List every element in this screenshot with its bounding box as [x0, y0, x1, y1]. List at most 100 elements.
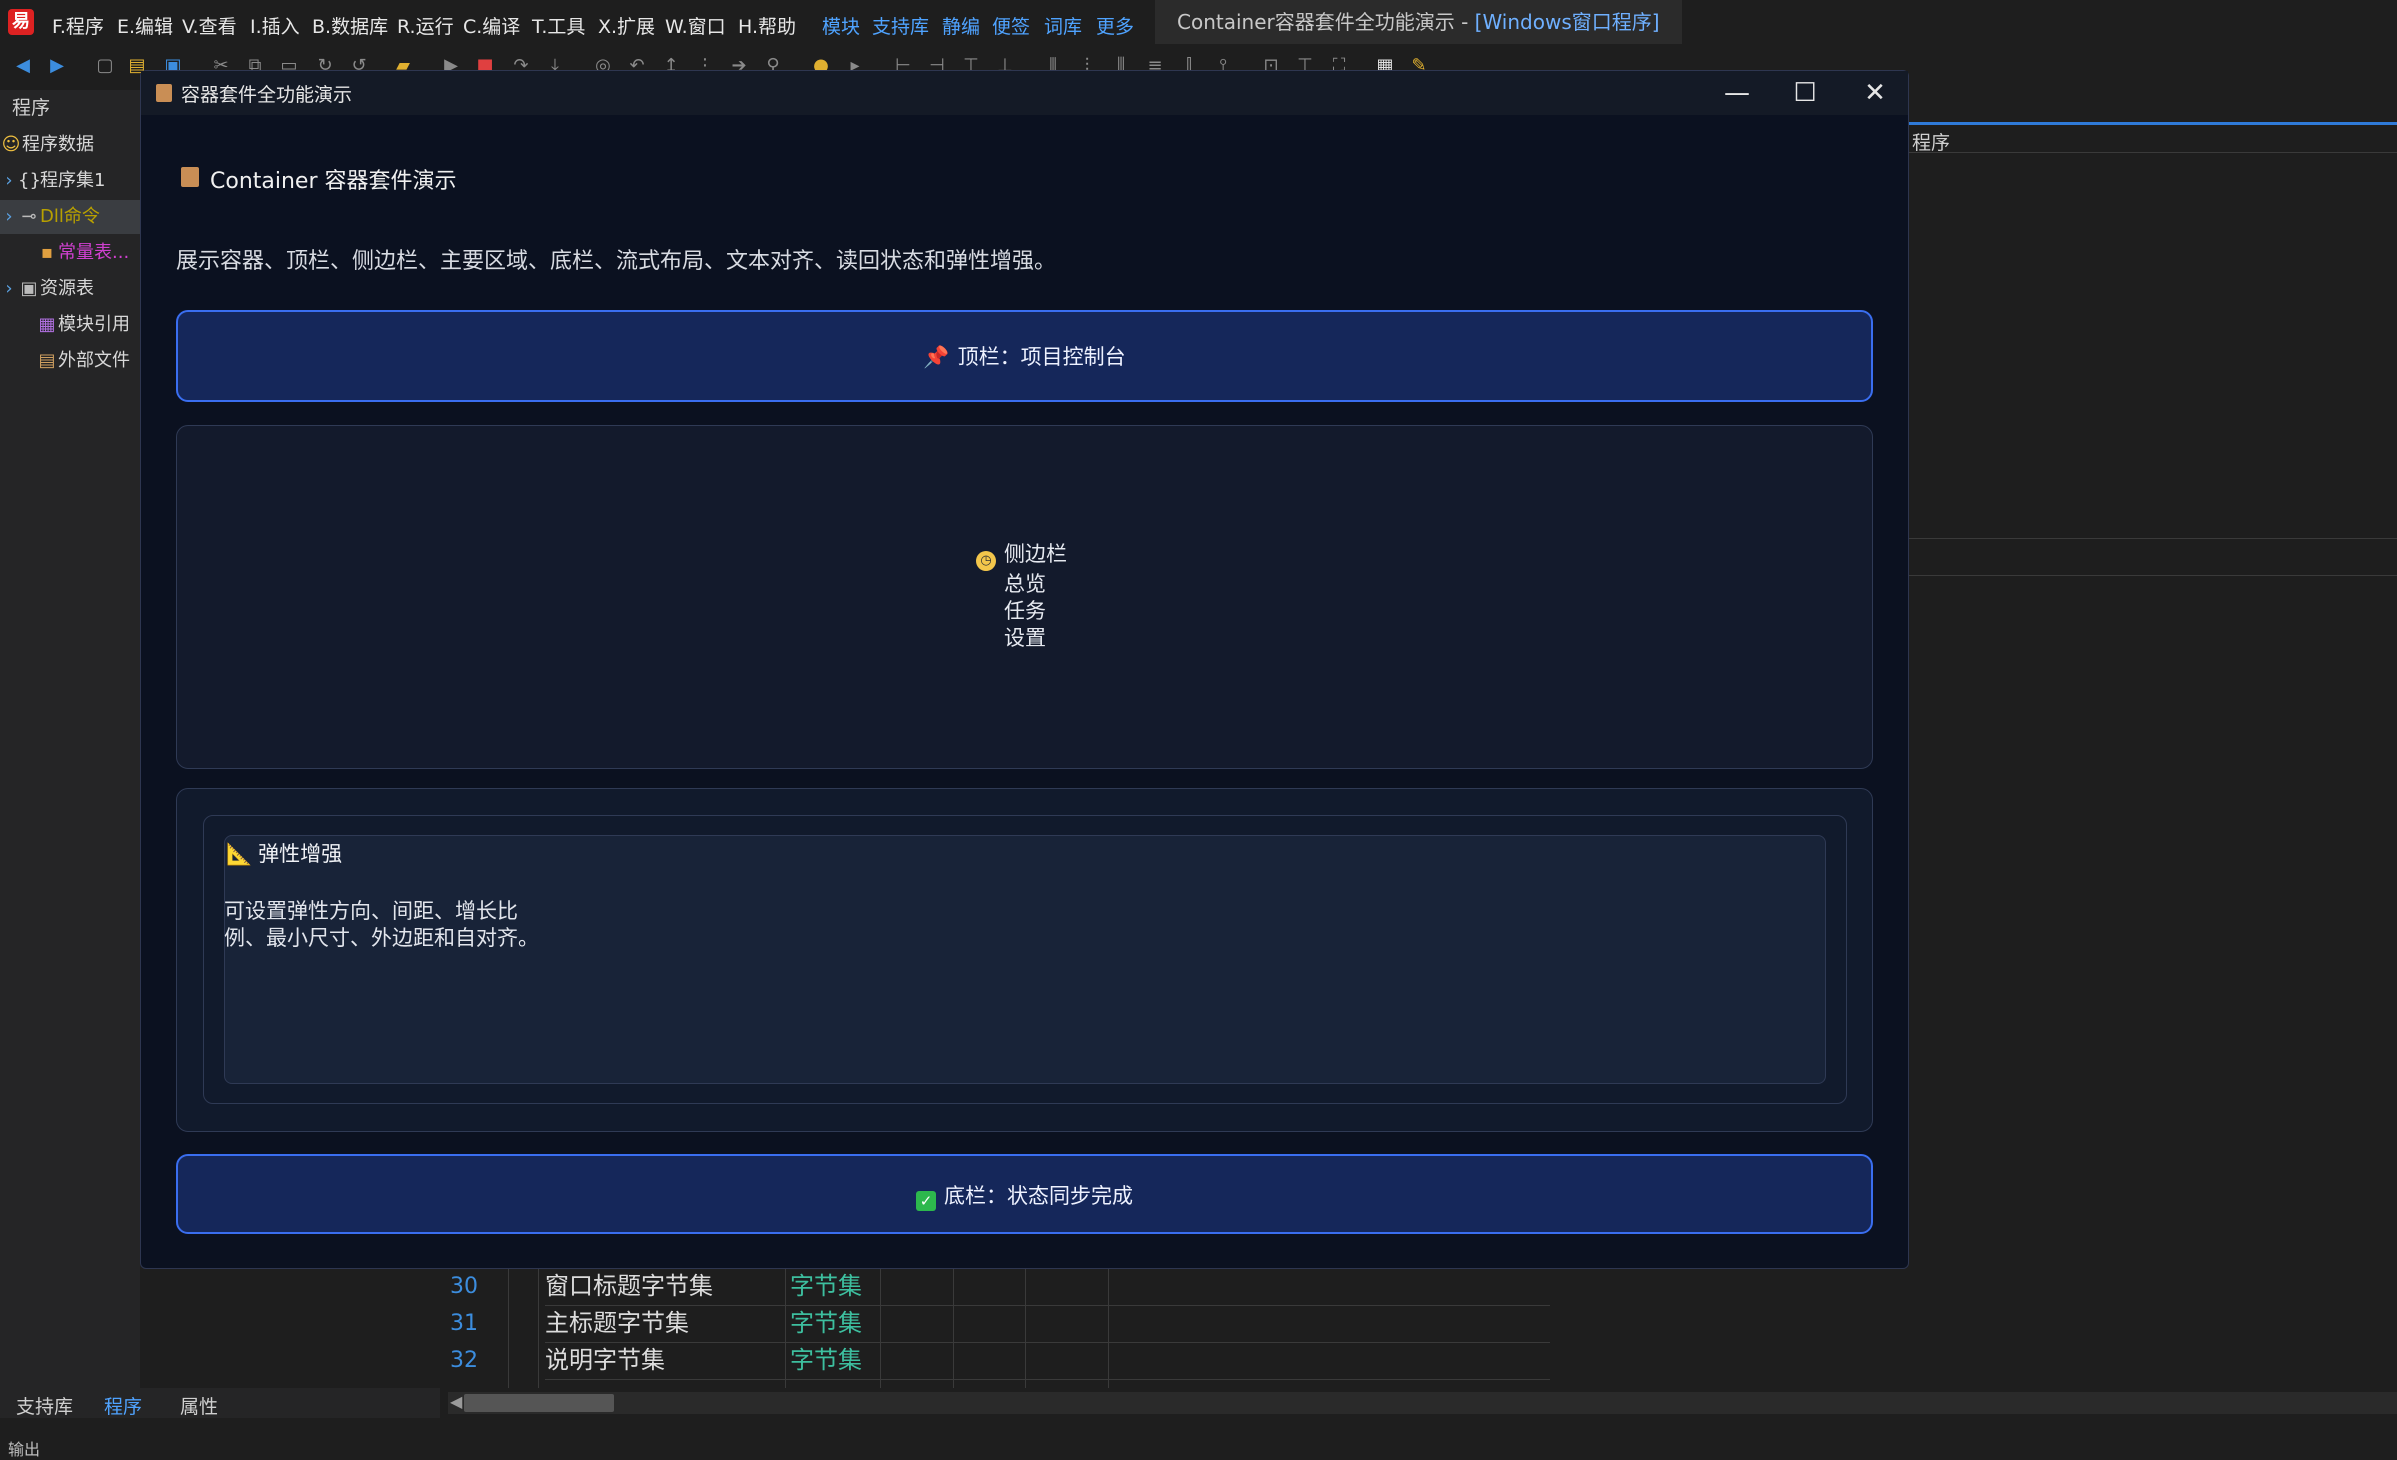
- ide-title-mode: [Windows窗口程序]: [1474, 10, 1660, 34]
- flex-desc-line: 可设置弹性方向、间距、增长比: [224, 899, 518, 923]
- row-type[interactable]: 字节集: [790, 1268, 890, 1305]
- module-icon: ▦: [38, 314, 56, 335]
- tree-item-external-files[interactable]: ▤ 外部文件: [0, 344, 140, 378]
- horizontal-scrollbar[interactable]: [448, 1392, 2397, 1414]
- table-grid-line: [1025, 1268, 1026, 1388]
- sidebar-item-settings[interactable]: 设置: [976, 625, 1067, 652]
- quick-link-support-lib[interactable]: 支持库: [872, 12, 929, 39]
- menu-tools[interactable]: T.工具: [532, 12, 585, 39]
- ide-title-text: Container容器套件全功能演示 -: [1177, 10, 1475, 34]
- tree-item-constants[interactable]: ▪ 常量表...: [0, 236, 140, 270]
- content-description: 展示容器、顶栏、侧边栏、主要区域、底栏、流式布局、文本对齐、读回状态和弹性增强。: [176, 249, 1057, 274]
- table-grid-line: [508, 1268, 509, 1388]
- chevron-right-icon[interactable]: ›: [0, 164, 18, 198]
- tree-item-label: 资源表: [40, 278, 94, 299]
- output-panel-label[interactable]: 输出: [8, 1436, 40, 1460]
- tree-item-program-data[interactable]: ☺程序数据: [0, 128, 140, 162]
- forward-icon[interactable]: ▶: [46, 56, 68, 76]
- tab-program[interactable]: 程序: [104, 1392, 142, 1419]
- content-header: Container 容器套件演示: [210, 169, 457, 194]
- tree-item-label: 程序数据: [22, 134, 94, 155]
- minimize-button[interactable]: —: [1707, 74, 1767, 112]
- menu-window[interactable]: W.窗口: [665, 12, 726, 39]
- table-grid-line: [1108, 1268, 1109, 1388]
- editor-divider: [1908, 152, 2397, 153]
- program-panel-header: 程序: [12, 97, 51, 119]
- tree-item-label: 常量表...: [58, 242, 130, 263]
- bottom-bar-text: 底栏：状态同步完成: [944, 1184, 1133, 1208]
- top-bar-text: 顶栏：项目控制台: [957, 345, 1126, 369]
- bottom-bar-label: ✓ 底栏：状态同步完成: [176, 1180, 1873, 1211]
- sidebar-item-overview[interactable]: 总览: [976, 571, 1067, 598]
- new-file-icon[interactable]: ▢: [94, 56, 116, 76]
- row-type[interactable]: 字节集: [790, 1305, 890, 1342]
- tab-properties[interactable]: 属性: [180, 1392, 218, 1419]
- tab-support-library[interactable]: 支持库: [16, 1392, 73, 1419]
- ruler-icon: 📐: [226, 842, 253, 866]
- row-number: 32: [450, 1348, 478, 1373]
- sidebar-item-tasks[interactable]: 任务: [976, 598, 1067, 625]
- row-type[interactable]: 字节集: [790, 1342, 890, 1379]
- dialog-titlebar[interactable]: [141, 71, 1908, 115]
- tree-item-label: 模块引用: [58, 314, 130, 335]
- menu-edit[interactable]: E.编辑: [117, 12, 173, 39]
- tree-item-assembly1[interactable]: › {}程序集1: [0, 164, 140, 198]
- editor-tab-label[interactable]: 程序: [1912, 128, 1950, 155]
- sidebar-title: 侧边栏: [1004, 542, 1067, 566]
- menu-run[interactable]: R.运行: [397, 12, 454, 39]
- quick-link-more[interactable]: 更多: [1096, 12, 1134, 39]
- flex-description: 可设置弹性方向、间距、增长比 例、最小尺寸、外边距和自对齐。: [224, 898, 554, 952]
- quick-link-module[interactable]: 模块: [822, 12, 860, 39]
- menu-database[interactable]: B.数据库: [312, 12, 388, 39]
- tree-item-module-refs[interactable]: ▦ 模块引用: [0, 308, 140, 342]
- tree-item-label: 程序集1: [40, 170, 106, 191]
- flex-title: 弹性增强: [258, 842, 343, 866]
- maximize-button[interactable]: ☐: [1775, 74, 1835, 112]
- row-name[interactable]: 窗口标题字节集: [545, 1268, 775, 1305]
- resource-icon: ▣: [20, 278, 38, 299]
- tree-item-dll-commands[interactable]: › ⊸ Dll命令: [0, 200, 140, 234]
- menu-insert[interactable]: I.插入: [250, 12, 300, 39]
- dialog-title: 容器套件全功能演示: [181, 84, 353, 106]
- sidebar-content: ◷ 侧边栏 总览 任务 设置: [976, 541, 1067, 652]
- scrollbar-thumb[interactable]: [464, 1394, 614, 1412]
- flex-card: [224, 835, 1826, 1084]
- app-window-icon: [156, 84, 172, 102]
- pin-icon: 📌: [923, 345, 950, 369]
- check-icon: ✓: [916, 1191, 936, 1211]
- menu-help[interactable]: H.帮助: [738, 12, 796, 39]
- table-grid-line: [953, 1268, 954, 1388]
- sidebar-title-row: ◷ 侧边栏: [976, 541, 1067, 571]
- table-row-divider: [545, 1342, 1550, 1343]
- scroll-left-icon[interactable]: ◀: [450, 1392, 462, 1411]
- quick-link-static[interactable]: 静编: [942, 12, 980, 39]
- table-row-divider: [545, 1379, 1550, 1380]
- row-name[interactable]: 主标题字节集: [545, 1305, 775, 1342]
- top-bar-label: 📌 顶栏：项目控制台: [176, 341, 1873, 371]
- editor-tab-accent: [1908, 122, 2397, 125]
- external-file-icon: ▤: [38, 350, 56, 371]
- dll-icon: ⊸: [21, 206, 37, 227]
- back-icon[interactable]: ◀: [12, 56, 34, 76]
- tree-item-label: Dll命令: [40, 206, 100, 227]
- quick-link-notes[interactable]: 便签: [992, 12, 1030, 39]
- table-grid-line: [538, 1268, 539, 1388]
- menu-extend[interactable]: X.扩展: [598, 12, 655, 39]
- chevron-right-icon[interactable]: ›: [0, 272, 18, 306]
- flex-title-row: 📐 弹性增强: [226, 838, 342, 868]
- menu-program[interactable]: F.程序: [52, 12, 104, 39]
- menu-compile[interactable]: C.编译: [463, 12, 520, 39]
- row-number: 31: [450, 1311, 478, 1336]
- quick-link-lexicon[interactable]: 词库: [1044, 12, 1082, 39]
- menu-view[interactable]: V.查看: [182, 12, 237, 39]
- smiley-icon: ☺: [1, 134, 21, 155]
- editor-area: [1908, 90, 2397, 1390]
- ide-window-title: Container容器套件全功能演示 - [Windows窗口程序]: [1155, 0, 1682, 44]
- close-button[interactable]: ✕: [1845, 74, 1905, 112]
- chevron-right-icon[interactable]: ›: [0, 200, 18, 234]
- tree-item-resources[interactable]: › ▣ 资源表: [0, 272, 140, 306]
- row-number: 30: [450, 1274, 478, 1299]
- table-grid-line: [880, 1268, 881, 1388]
- row-name[interactable]: 说明字节集: [545, 1342, 775, 1379]
- table-row-divider: [545, 1305, 1550, 1306]
